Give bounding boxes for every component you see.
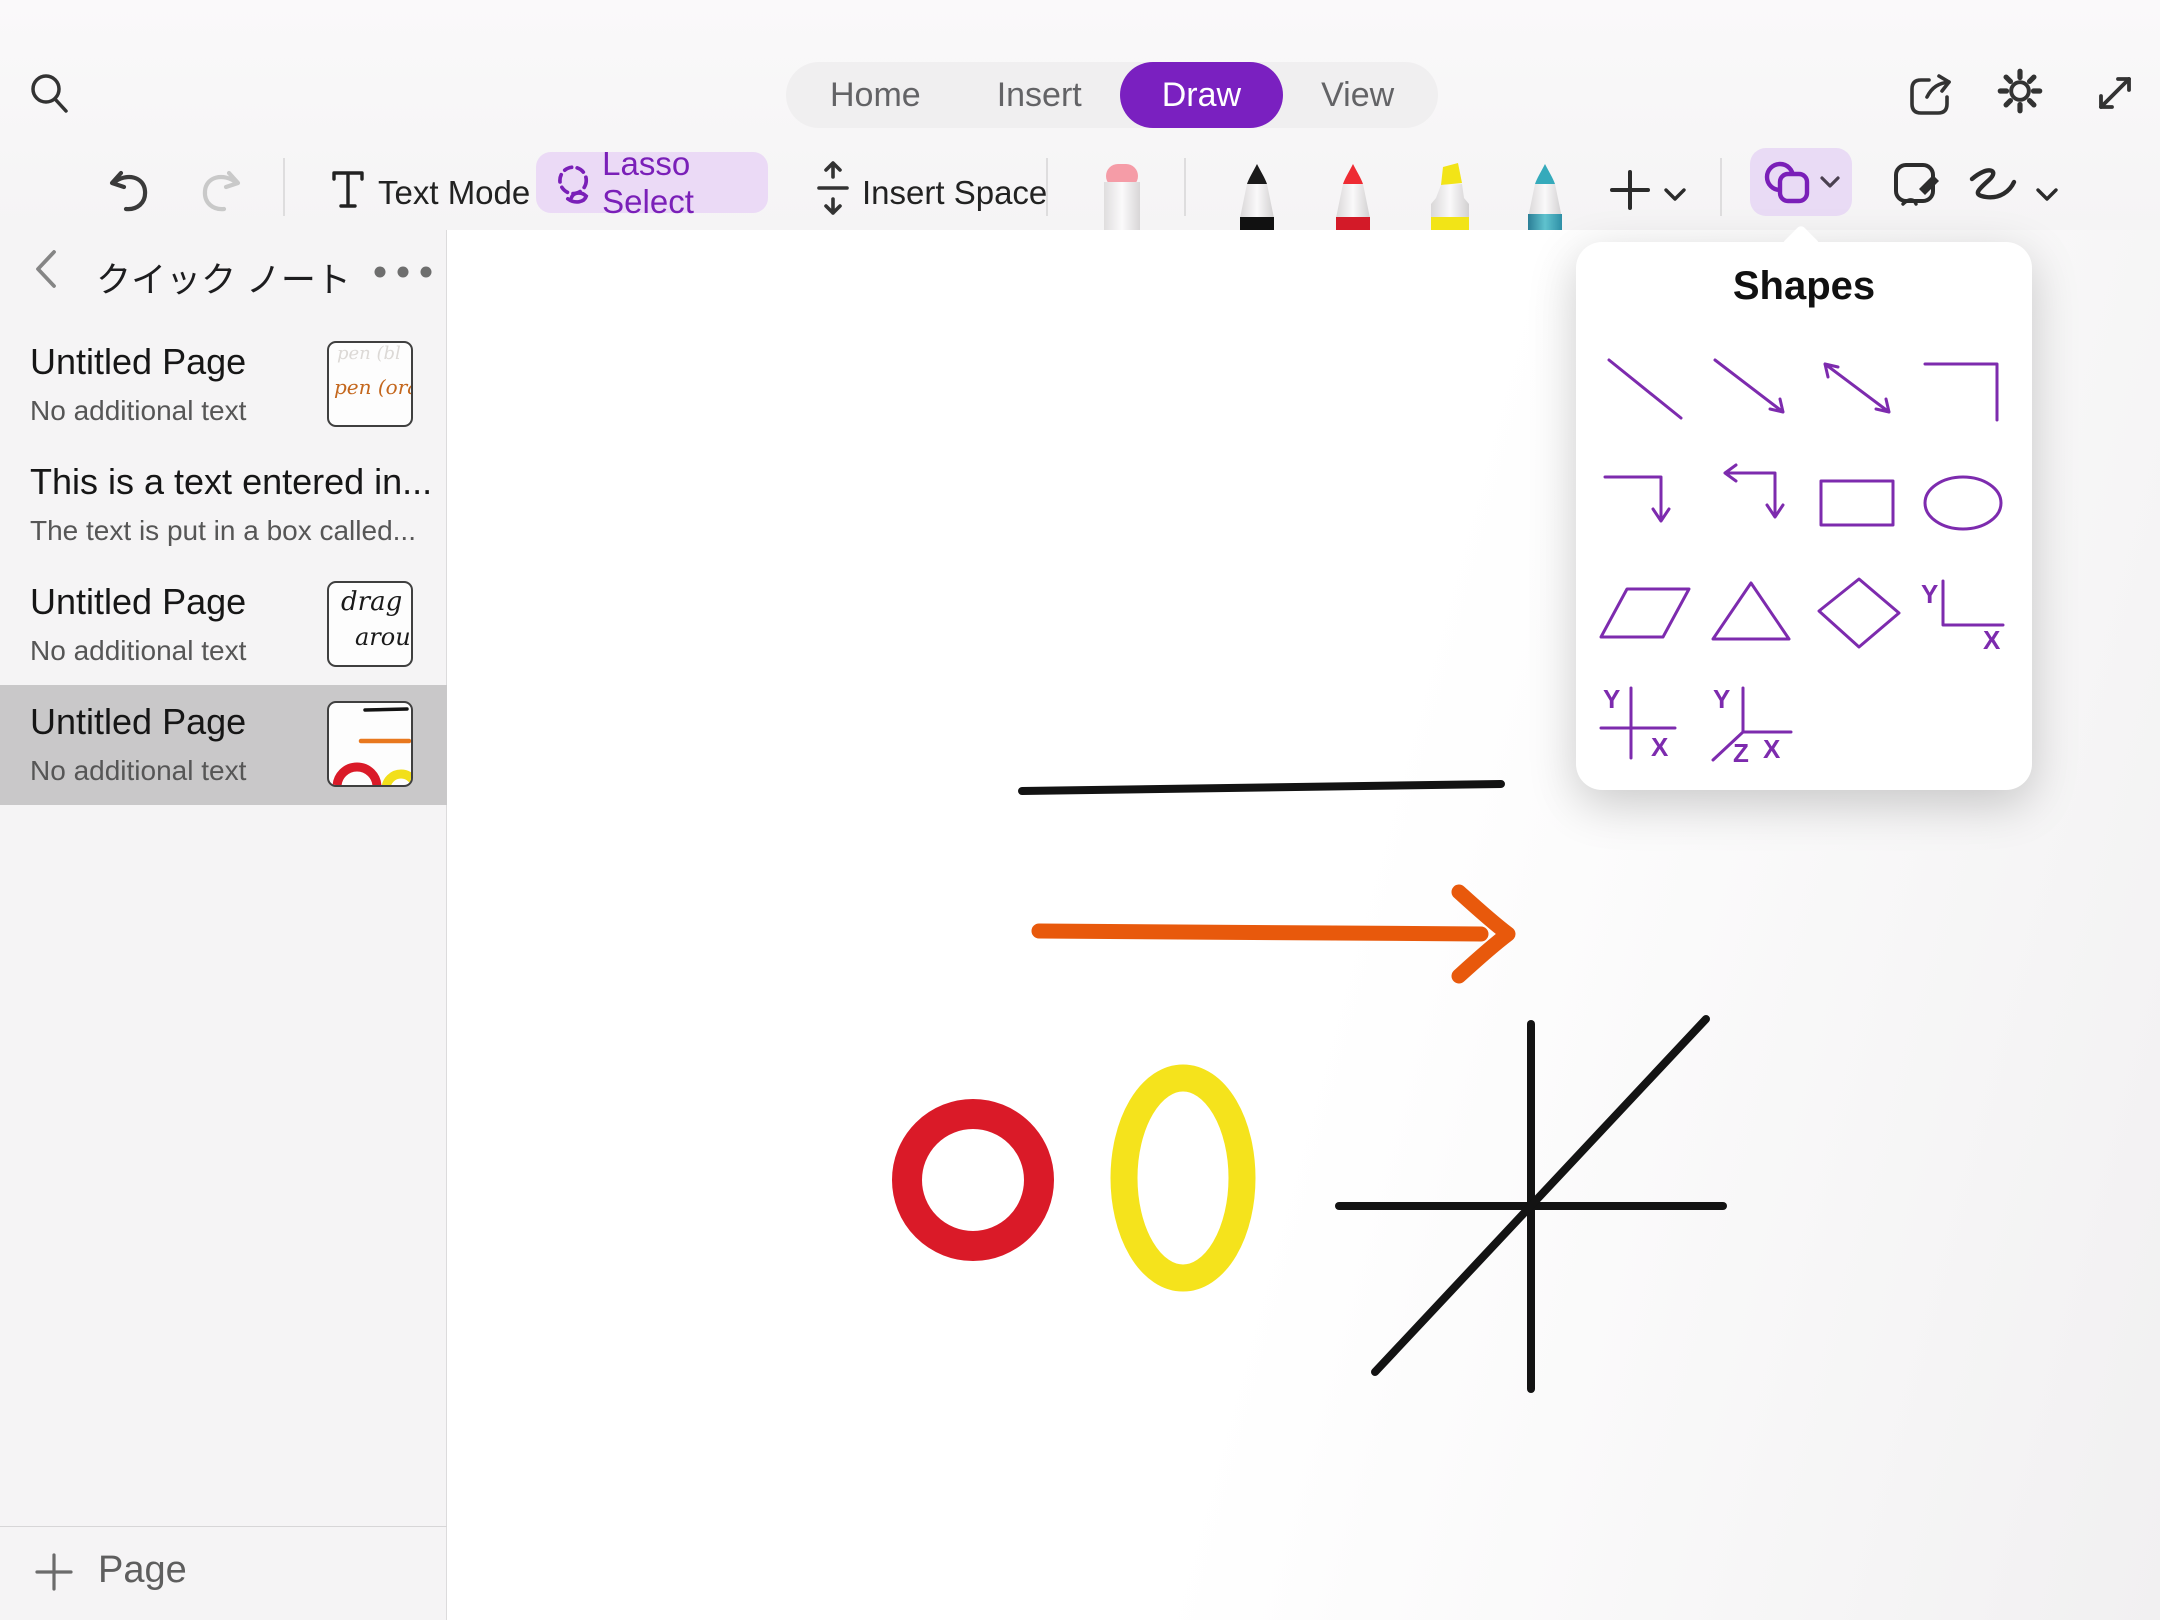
- page-subtitle: No additional text: [30, 635, 246, 667]
- shape-elbow-double-arrow[interactable]: [1701, 457, 1801, 543]
- shapes-grid: Y X Y X Y Z X: [1592, 334, 2016, 776]
- tab-home[interactable]: Home: [792, 62, 959, 128]
- shapes-chevron-down-icon: [1819, 175, 1841, 190]
- tab-draw[interactable]: Draw: [1120, 62, 1283, 128]
- shape-axes-2d-corner[interactable]: Y X: [1913, 567, 2013, 653]
- toolbar-divider: [1720, 158, 1722, 216]
- ribbon-tabs: Home Insert Draw View: [786, 62, 1438, 128]
- toolbar-divider: [1184, 158, 1186, 216]
- undo-icon[interactable]: [104, 164, 154, 216]
- add-pen-chevron-down-icon[interactable]: [1662, 186, 1688, 204]
- ink-axes-asterisk[interactable]: [1339, 1019, 1723, 1389]
- shapes-circle-square-icon: [1761, 158, 1813, 206]
- sticky-note-icon[interactable]: [1888, 158, 1942, 212]
- page-title: Untitled Page: [30, 701, 246, 743]
- page-subtitle: The text is put in a box called...: [30, 515, 416, 547]
- page-title: This is a text entered in...: [30, 461, 432, 503]
- thumb-text: arou: [355, 623, 411, 651]
- toolbar-divider: [283, 158, 285, 216]
- page-subtitle: No additional text: [30, 395, 246, 427]
- svg-text:Y: Y: [1603, 684, 1620, 714]
- page-thumbnail: drag arou: [327, 581, 413, 667]
- search-icon[interactable]: [26, 70, 74, 120]
- shape-diagonal-line[interactable]: [1595, 346, 1695, 432]
- ink-red-circle[interactable]: [907, 1114, 1039, 1246]
- shape-axes-3d[interactable]: Y Z X: [1701, 678, 1801, 764]
- eraser-tool[interactable]: [1090, 158, 1152, 230]
- lasso-icon: [552, 156, 594, 210]
- svg-text:X: X: [1983, 625, 2001, 653]
- yellow-highlighter-tool[interactable]: [1416, 158, 1482, 230]
- settings-gear-icon[interactable]: [1993, 64, 2047, 118]
- page-thumbnail: [327, 701, 413, 787]
- lasso-select-button[interactable]: Lasso Select: [536, 152, 768, 213]
- tab-view[interactable]: View: [1283, 62, 1432, 128]
- insert-space-icon[interactable]: [812, 158, 854, 218]
- svg-text:Z: Z: [1733, 738, 1749, 764]
- page-item-2[interactable]: This is a text entered in... The text is…: [0, 445, 447, 565]
- more-menu-ellipsis-icon[interactable]: [372, 264, 434, 280]
- thumb-text: drag: [341, 587, 402, 617]
- shapes-popover: Shapes: [1576, 242, 2032, 790]
- shape-diagonal-arrow[interactable]: [1701, 346, 1801, 432]
- tab-insert[interactable]: Insert: [959, 62, 1120, 128]
- teal-pen-tool[interactable]: [1514, 158, 1576, 230]
- ink-squiggle-icon[interactable]: [1962, 164, 2024, 212]
- thumb-text: pen (bl: [337, 343, 401, 364]
- shape-axes-2d-cross[interactable]: Y X: [1595, 678, 1695, 764]
- shape-triangle[interactable]: [1701, 567, 1801, 653]
- shape-elbow-line[interactable]: [1913, 346, 2013, 432]
- red-pen-tool[interactable]: [1322, 158, 1384, 230]
- thumb-sketch: [329, 703, 411, 785]
- shape-parallelogram[interactable]: [1595, 567, 1695, 653]
- fullscreen-expand-icon[interactable]: [2090, 68, 2140, 118]
- redo-icon[interactable]: [196, 164, 246, 216]
- toolbar-divider: [1046, 158, 1048, 216]
- add-pen-plus-icon[interactable]: [1606, 166, 1654, 214]
- add-page-plus-icon[interactable]: [32, 1550, 76, 1594]
- shape-diamond[interactable]: [1807, 567, 1907, 653]
- shapes-popover-title: Shapes: [1576, 264, 2032, 309]
- page-title: Untitled Page: [30, 581, 246, 623]
- ink-orange-arrow[interactable]: [1039, 892, 1508, 976]
- shape-elbow-arrow-down[interactable]: [1595, 457, 1695, 543]
- ink-yellow-ellipse[interactable]: [1124, 1078, 1242, 1278]
- page-subtitle: No additional text: [30, 755, 246, 787]
- text-mode-icon[interactable]: [326, 166, 370, 212]
- shape-rectangle[interactable]: [1807, 457, 1907, 543]
- ink-chevron-down-icon[interactable]: [2034, 186, 2060, 204]
- app-chrome: Home Insert Draw View Text Mode: [0, 0, 2160, 230]
- svg-text:Y: Y: [1713, 684, 1730, 714]
- sidebar-footer-divider: [0, 1526, 447, 1527]
- page-title: Untitled Page: [30, 341, 246, 383]
- shapes-tool-button[interactable]: [1750, 148, 1852, 216]
- share-icon[interactable]: [1905, 66, 1959, 118]
- insert-space-button[interactable]: Insert Space: [862, 155, 1047, 230]
- lasso-select-label: Lasso Select: [602, 145, 768, 221]
- page-item-1[interactable]: Untitled Page No additional text pen (bl…: [0, 325, 447, 445]
- thumb-text: pen (ora: [334, 375, 413, 399]
- shape-ellipse[interactable]: [1913, 457, 2013, 543]
- svg-text:Y: Y: [1921, 579, 1938, 609]
- black-pen-tool[interactable]: [1226, 158, 1288, 230]
- shape-diagonal-double-arrow[interactable]: [1807, 346, 1907, 432]
- page-thumbnail: pen (bl pen (ora: [327, 341, 413, 427]
- text-mode-button[interactable]: Text Mode: [378, 155, 530, 230]
- ink-black-line[interactable]: [1022, 784, 1501, 791]
- svg-text:X: X: [1651, 732, 1669, 762]
- add-page-button[interactable]: Page: [98, 1549, 187, 1592]
- page-item-4-selected[interactable]: Untitled Page No additional text: [0, 685, 447, 805]
- page-item-3[interactable]: Untitled Page No additional text drag ar…: [0, 565, 447, 685]
- svg-text:X: X: [1763, 734, 1781, 764]
